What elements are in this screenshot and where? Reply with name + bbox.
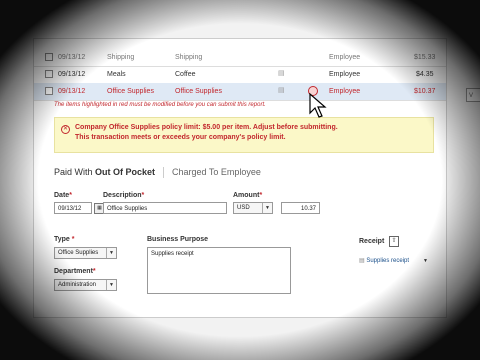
- row-merchant: Coffee: [175, 71, 196, 78]
- row-checkbox[interactable]: [45, 53, 53, 61]
- row-date: 09/13/12: [58, 54, 86, 61]
- table-row-selected[interactable]: 09/13/12 Office Supplies Office Supplies…: [34, 83, 446, 101]
- alert-line-1: Company Office Supplies policy limit: $5…: [75, 124, 338, 131]
- row-paid-by: Employee: [329, 71, 361, 78]
- receipt-label: Receipt: [359, 238, 385, 245]
- row-category: Office Supplies: [107, 88, 154, 95]
- alert-line-2: This transaction meets or exceeds your c…: [75, 134, 286, 141]
- row-checkbox[interactable]: [45, 70, 53, 78]
- required-mark: *: [141, 192, 145, 199]
- currency-select[interactable]: USD ▼: [233, 202, 273, 214]
- receipt-icon[interactable]: ▤: [278, 86, 285, 94]
- chevron-down-icon: ▼: [262, 203, 272, 213]
- type-label-text: Type: [54, 236, 70, 243]
- side-control[interactable]: V: [466, 88, 480, 102]
- row-amount: $15.33: [414, 54, 436, 61]
- tab-divider: [163, 167, 165, 179]
- required-mark: *: [69, 236, 75, 243]
- mouse-cursor-icon: [309, 93, 327, 118]
- tab-charged-to-employee[interactable]: Charged To Employee: [172, 167, 261, 177]
- type-label: Type *: [54, 236, 75, 243]
- row-category: Meals: [107, 71, 126, 78]
- receipt-value: Supplies receipt: [366, 258, 410, 264]
- date-input[interactable]: 09/13/12: [54, 202, 92, 214]
- row-amount: $10.37: [414, 88, 436, 95]
- chevron-down-icon: ▼: [423, 258, 428, 264]
- error-message: The items highlighted in red must be mod…: [54, 102, 266, 108]
- description-label-text: Description: [103, 192, 142, 199]
- business-purpose-label: Business Purpose: [147, 236, 209, 243]
- department-label-text: Department: [54, 268, 93, 275]
- screen: 09/13/12 Shipping Shipping Employee $15.…: [0, 0, 480, 360]
- date-label: Date*: [54, 192, 72, 199]
- type-select[interactable]: Office Supplies ▼: [54, 247, 117, 259]
- type-value: Office Supplies: [58, 250, 99, 256]
- chevron-down-icon: ▼: [106, 280, 116, 290]
- row-merchant: Office Supplies: [175, 88, 222, 95]
- row-date: 09/13/12: [58, 71, 86, 78]
- table-row[interactable]: 09/13/12 Shipping Shipping Employee $15.…: [34, 49, 446, 67]
- chevron-down-icon: ▼: [106, 248, 116, 258]
- receipt-dropdown[interactable]: ▤ Supplies receipt ▼: [359, 255, 434, 267]
- alert-icon: ✕: [61, 125, 70, 134]
- required-mark: *: [259, 192, 263, 199]
- business-purpose-textarea[interactable]: Supplies receipt: [147, 247, 291, 294]
- amount-label-text: Amount: [233, 192, 260, 199]
- row-merchant: Shipping: [175, 54, 203, 61]
- payment-tabs: Paid With Out Of Pocket Charged To Employ…: [54, 167, 261, 179]
- department-label: Department*: [54, 268, 96, 275]
- currency-value: USD: [237, 205, 250, 211]
- table-row[interactable]: 09/13/12 Meals Coffee ▤ Employee $4.35: [34, 66, 446, 84]
- row-checkbox[interactable]: [45, 87, 53, 95]
- receipt-icon[interactable]: ▤: [278, 69, 285, 77]
- policy-alert: ✕ Company Office Supplies policy limit: …: [54, 117, 434, 153]
- row-date: 09/13/12: [58, 88, 86, 95]
- row-category: Shipping: [107, 54, 135, 61]
- department-select[interactable]: Administration ▼: [54, 279, 117, 291]
- upload-icon[interactable]: ⇧: [389, 236, 399, 247]
- amount-input[interactable]: 10.37: [281, 202, 320, 214]
- tab-paid-with-prefix: Paid With: [54, 167, 96, 177]
- description-label: Description*: [103, 192, 144, 199]
- expense-panel: 09/13/12 Shipping Shipping Employee $15.…: [33, 38, 447, 318]
- required-mark: *: [69, 192, 72, 199]
- date-label-text: Date: [54, 192, 70, 199]
- tab-paid-with-value: Out Of Pocket: [95, 167, 156, 177]
- row-paid-by: Employee: [329, 88, 361, 95]
- row-amount: $4.35: [416, 71, 434, 78]
- amount-label: Amount*: [233, 192, 262, 199]
- required-mark: *: [92, 268, 96, 275]
- row-paid-by: Employee: [329, 54, 361, 61]
- tab-paid-with[interactable]: Paid With Out Of Pocket: [54, 167, 155, 177]
- description-input[interactable]: Office Supplies: [103, 202, 227, 214]
- department-value: Administration: [58, 282, 97, 288]
